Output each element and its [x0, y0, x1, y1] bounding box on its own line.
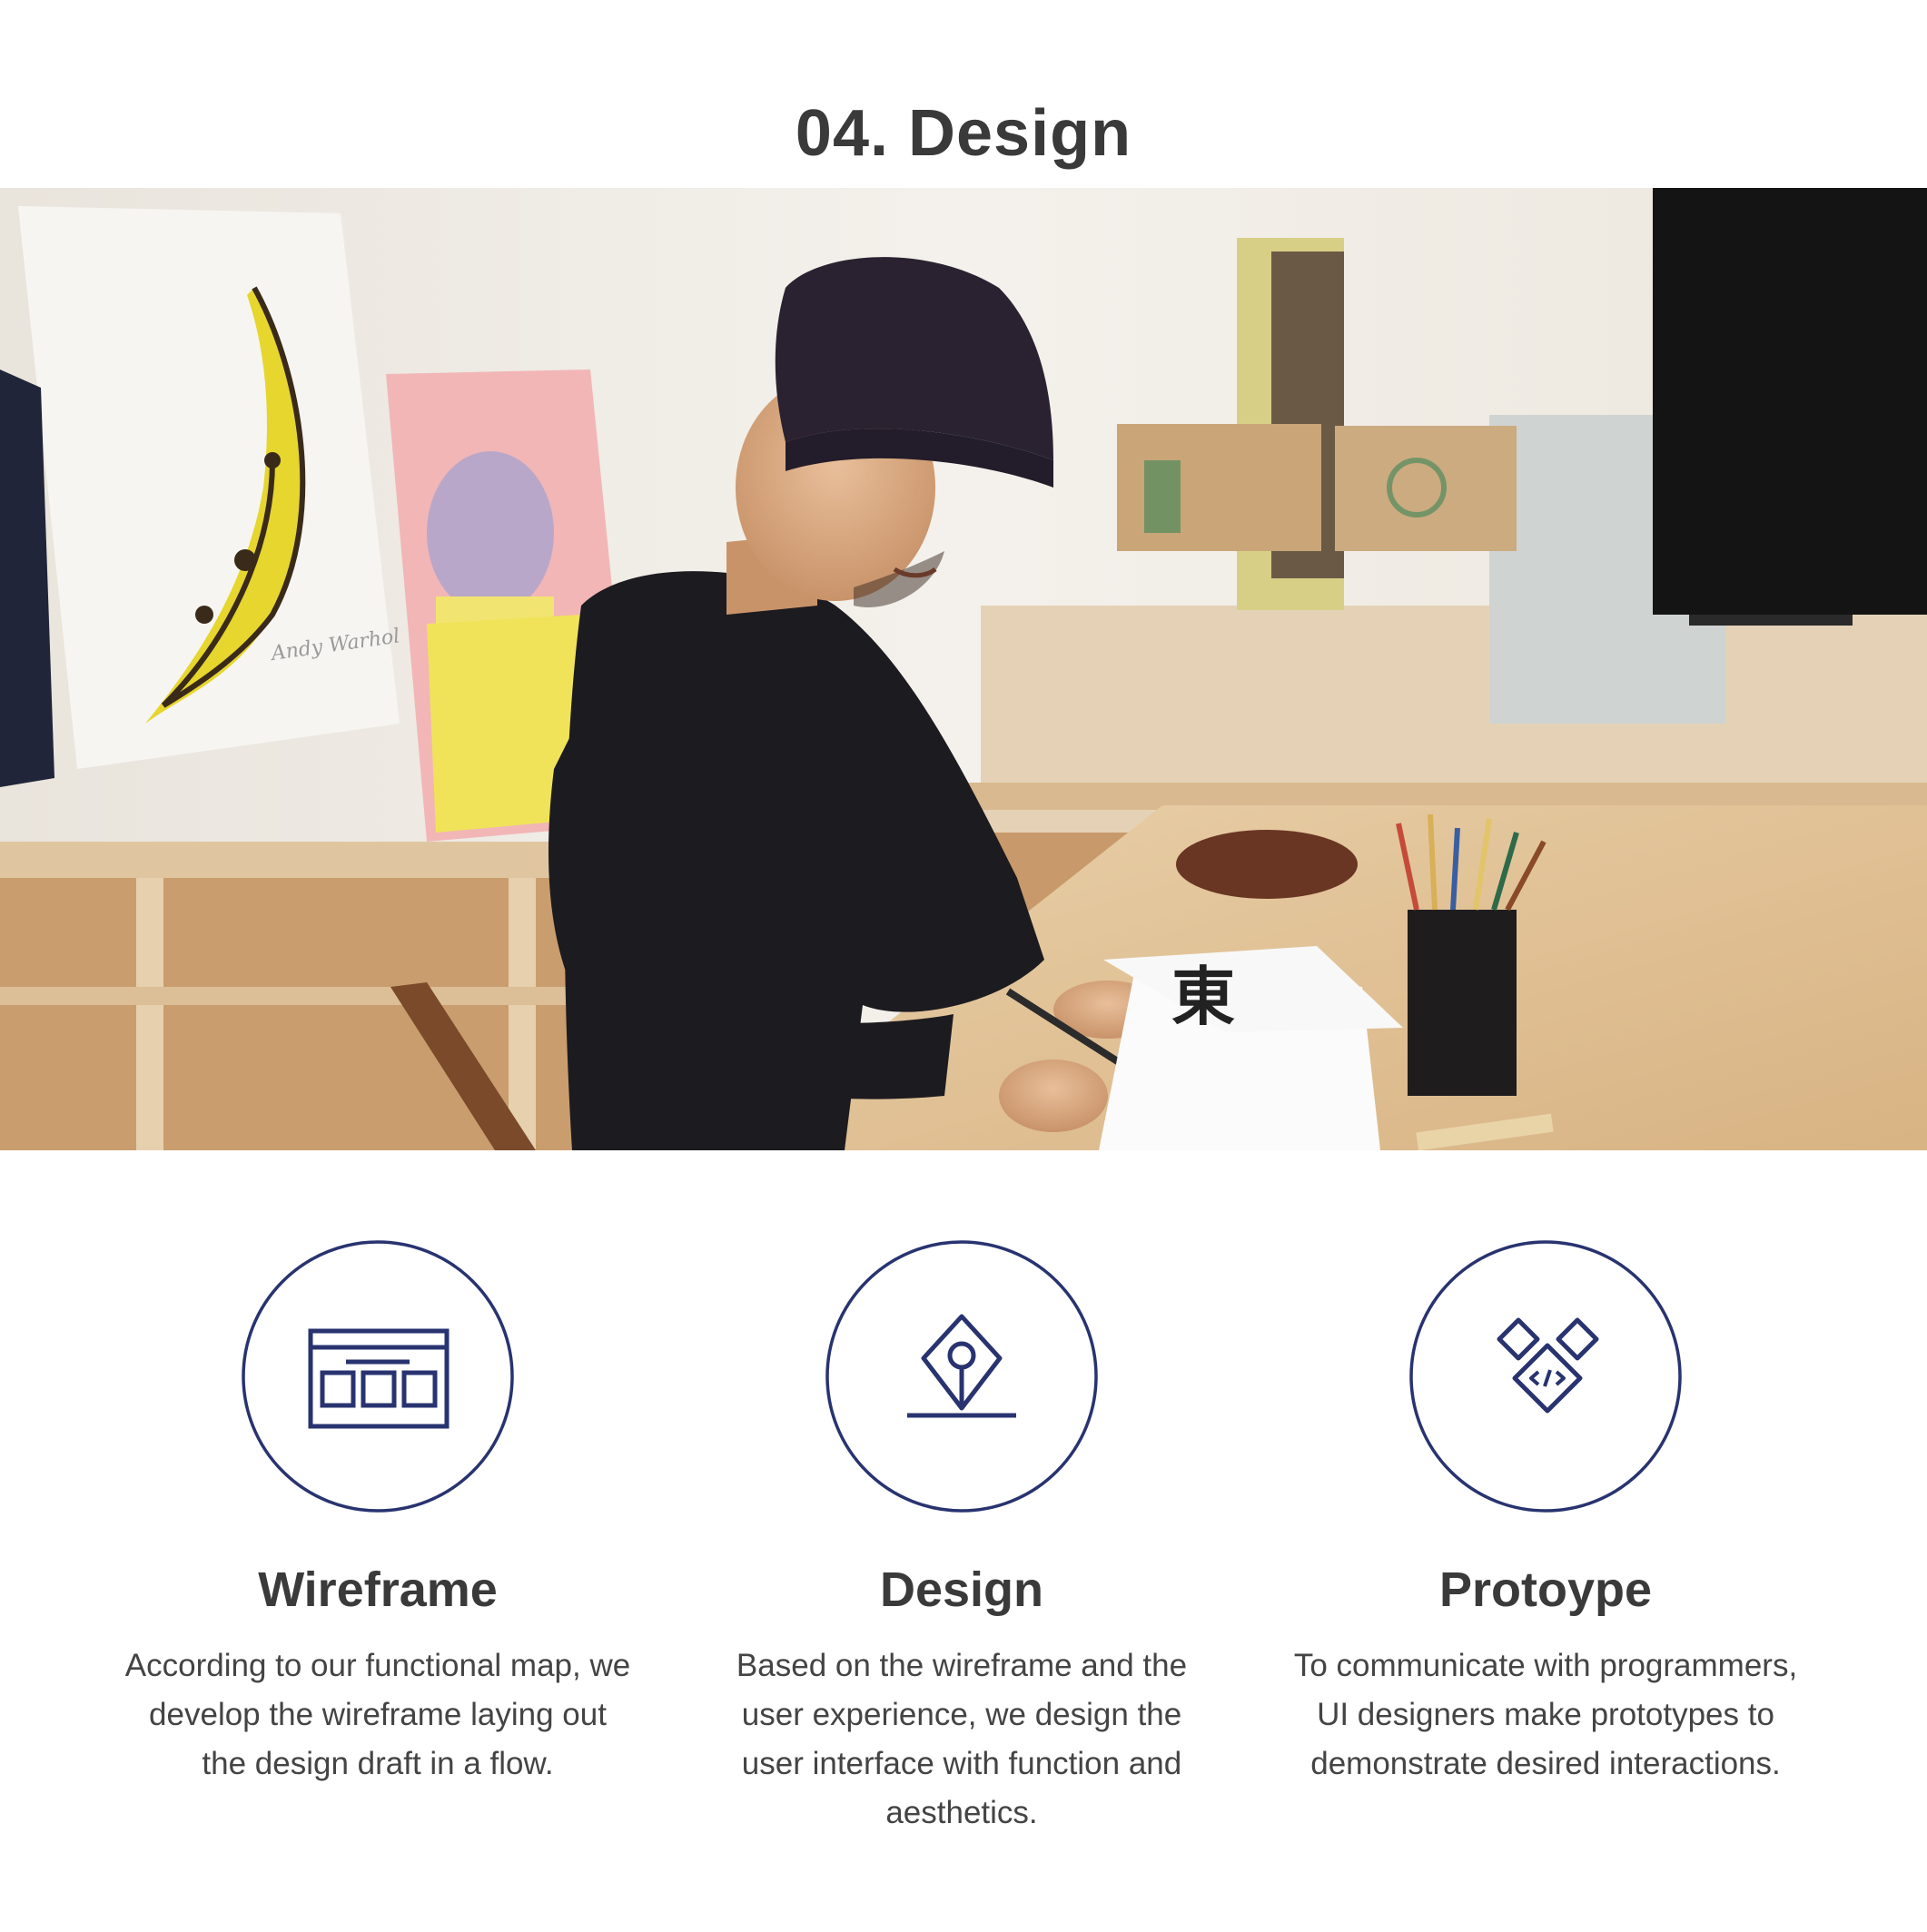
- feature-title: Protoype: [1438, 1562, 1653, 1617]
- page-title: 04. Design: [795, 97, 1132, 171]
- features-section: Wireframe According to our functional ma…: [0, 1235, 1927, 1870]
- hero-image: 東 Andy Warhol: [0, 188, 1927, 1150]
- feature-description: Based on the wireframe and the user expe…: [736, 1648, 1188, 1830]
- feature-title: Wireframe: [258, 1562, 498, 1617]
- feature-description: According to our functional map, we deve…: [124, 1648, 631, 1781]
- pen-nib-icon: [825, 1240, 1098, 1513]
- wireframe-icon: [242, 1240, 514, 1513]
- svg-text:東: 東: [1171, 960, 1235, 1034]
- code-diamond-icon: [1409, 1240, 1682, 1513]
- feature-title: Design: [879, 1562, 1044, 1617]
- feature-description: To communicate with programmers, UI desi…: [1293, 1648, 1798, 1781]
